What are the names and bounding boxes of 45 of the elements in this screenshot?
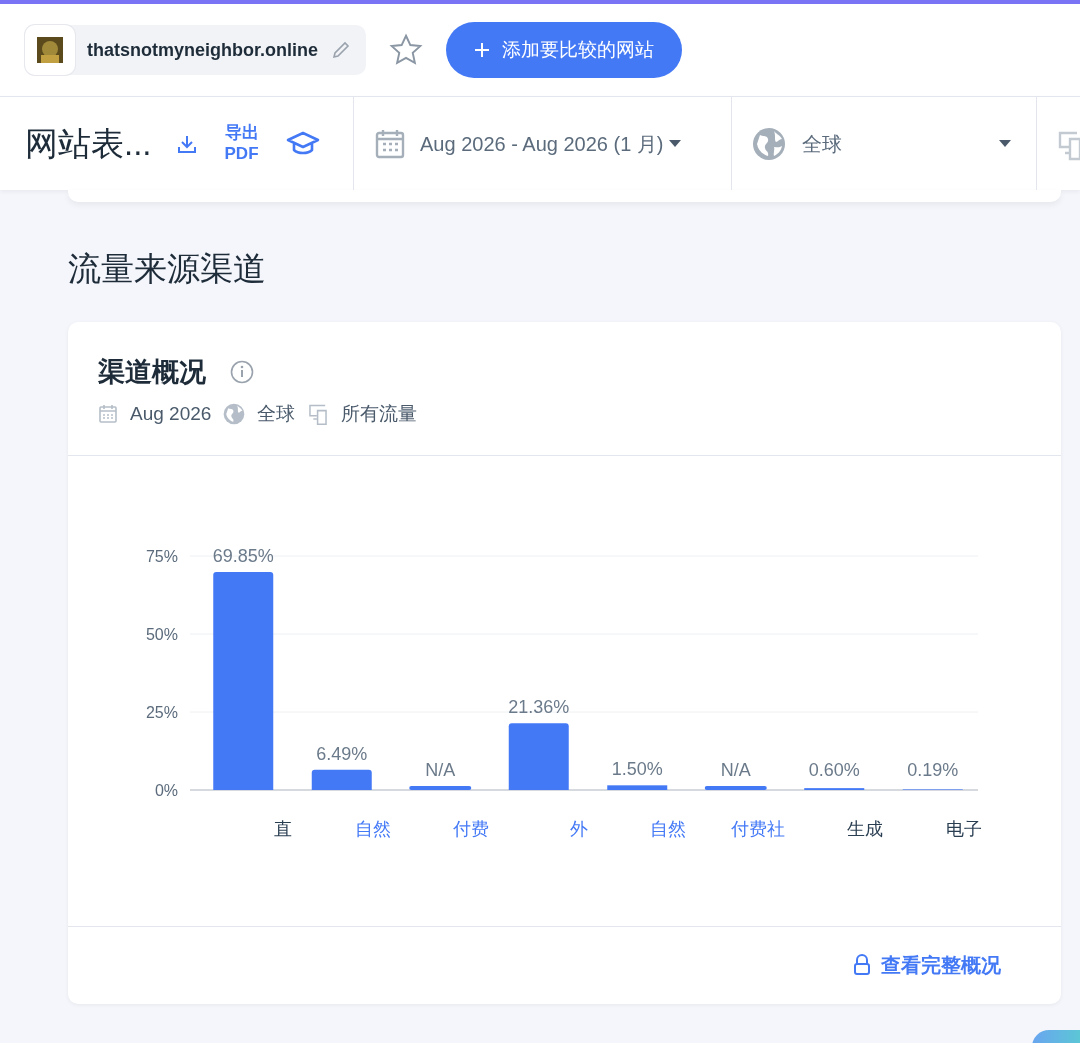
globe-icon xyxy=(223,403,246,426)
value-label: 0.60% xyxy=(808,759,860,780)
caret-icon xyxy=(667,138,682,149)
region-dropdown[interactable]: 全球 xyxy=(802,128,1036,159)
category-link[interactable]: 外 xyxy=(569,818,588,839)
category-label: 直 xyxy=(274,818,293,839)
filter-label: 所有流量 xyxy=(341,402,418,426)
page-title: 网站表... xyxy=(25,123,152,164)
floating-button[interactable] xyxy=(1032,1030,1080,1043)
filter-label: Aug 2026 xyxy=(130,402,212,426)
category-link[interactable]: 付费 xyxy=(453,818,490,839)
value-label: 21.36% xyxy=(508,696,570,717)
axis-tick-label: 75% xyxy=(145,547,178,565)
calendar-icon xyxy=(374,127,406,160)
category-label: 电子 xyxy=(945,818,982,839)
export-pdf-button[interactable]: 导出 PDF xyxy=(221,123,262,164)
value-label: N/A xyxy=(720,759,751,780)
value-label: 6.49% xyxy=(316,743,368,764)
add-compare-button[interactable]: 添加要比较的网站 xyxy=(446,22,682,78)
device-icon xyxy=(307,403,330,426)
date-range-dropdown[interactable]: Aug 2026 - Aug 2026 (1 月) xyxy=(420,128,682,159)
lock-icon xyxy=(853,954,871,976)
category-link[interactable]: 付费社 xyxy=(730,818,785,839)
value-label: 0.19% xyxy=(907,759,959,780)
site-domain: thatsnotmyneighbor.online xyxy=(87,38,318,62)
category-link[interactable]: 自然 xyxy=(650,818,687,839)
value-label: 69.85% xyxy=(212,545,274,566)
card-title: 渠道概况 xyxy=(98,355,206,389)
value-label: N/A xyxy=(425,759,456,780)
site-favicon xyxy=(37,37,63,63)
info-icon[interactable] xyxy=(230,359,254,384)
axis-tick-label: 0% xyxy=(154,781,178,799)
calendar-icon xyxy=(98,404,118,425)
category-link[interactable]: 自然 xyxy=(354,818,391,839)
axis-tick-label: 25% xyxy=(145,703,178,721)
category-label: 生成 xyxy=(847,818,884,839)
edit-icon[interactable] xyxy=(330,39,352,61)
globe-icon xyxy=(752,126,786,161)
axis-tick-label: 50% xyxy=(145,625,178,643)
full-overview-link[interactable]: 查看完整概况 xyxy=(853,950,1001,980)
filter-label: 全球 xyxy=(257,402,296,426)
value-label: 1.50% xyxy=(611,758,663,779)
plus-icon xyxy=(474,42,490,58)
caret-icon xyxy=(998,138,1012,149)
section-title: 流量来源渠道 xyxy=(68,249,267,289)
